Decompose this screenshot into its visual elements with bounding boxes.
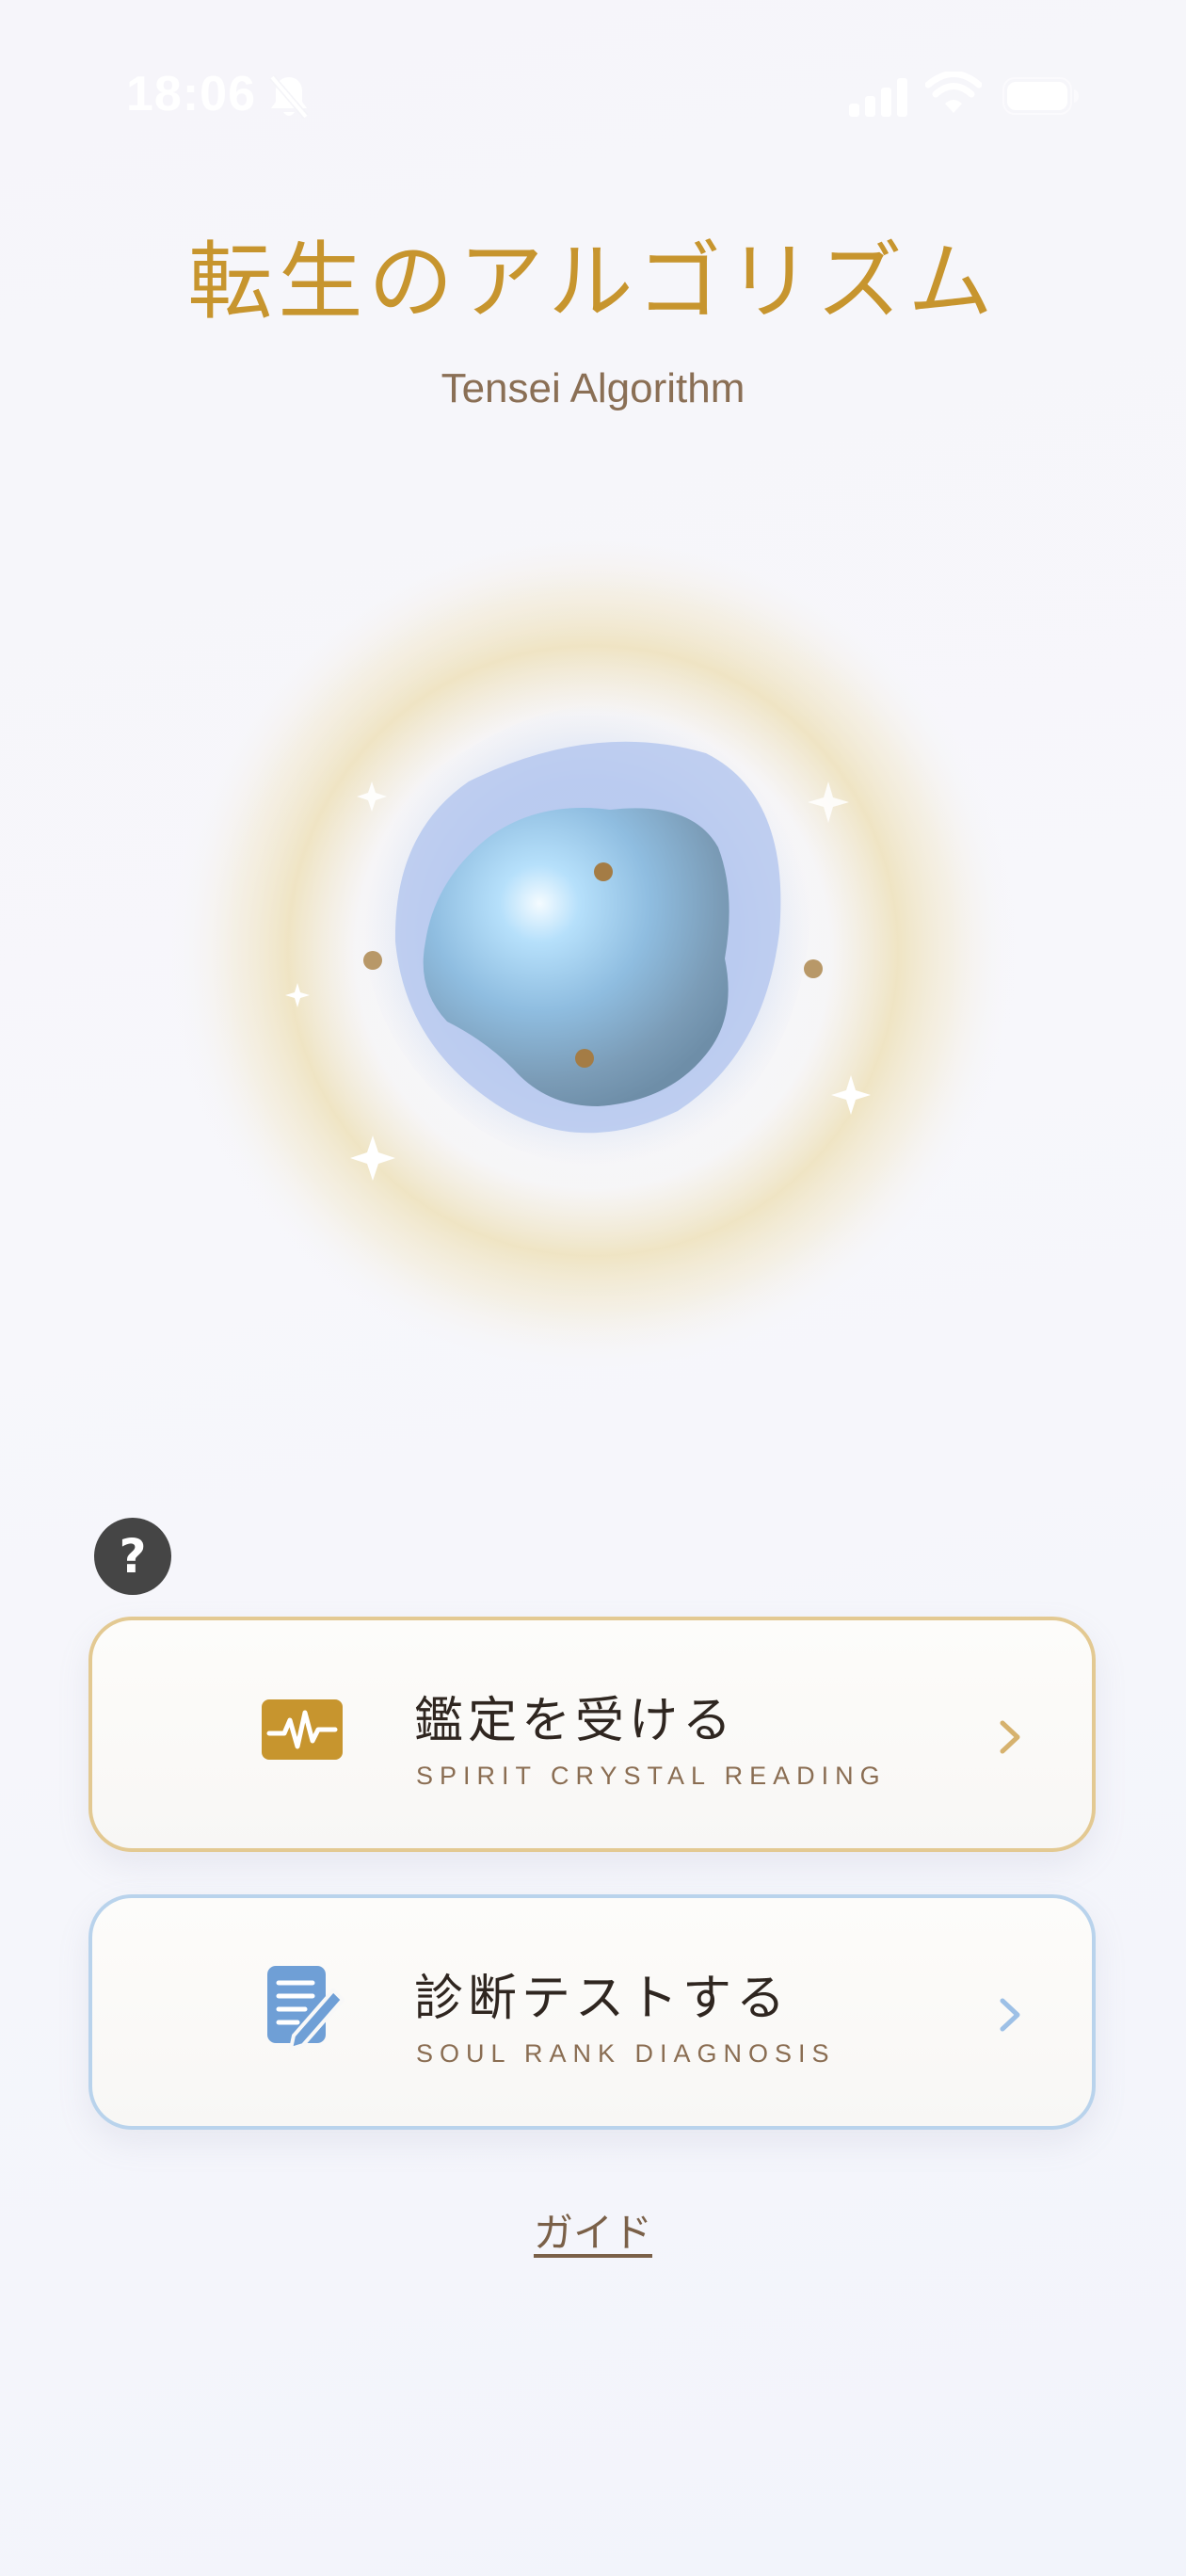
orb-dot: [363, 951, 382, 970]
status-time: 18:06: [126, 67, 256, 121]
battery-icon: [1002, 77, 1080, 119]
card-title: 診断テストする: [414, 1971, 791, 2027]
app-subtitle: Tensei Algorithm: [441, 365, 745, 411]
chevron-right-icon: [998, 1718, 1022, 1760]
guide-link[interactable]: ガイド: [0, 2201, 1186, 2259]
wifi-icon: [924, 71, 983, 119]
document-edit-icon: [260, 1962, 346, 2060]
chevron-right-icon: [998, 1996, 1022, 2037]
orb-dot: [594, 862, 613, 881]
app-title: 転生のアルゴリズム: [187, 233, 999, 331]
soul-rank-diagnosis-button[interactable]: 診断テストする SOUL RANK DIAGNOSIS: [88, 1894, 1096, 2130]
crystal-orb-illustration: [169, 527, 1017, 1375]
cellular-signal-icon: [849, 77, 909, 121]
help-button[interactable]: ?: [94, 1518, 171, 1595]
orb-dot: [804, 959, 823, 978]
card-subtitle: SPIRIT CRYSTAL READING: [416, 1762, 887, 1790]
crystal-reading-button[interactable]: 鑑定を受ける SPIRIT CRYSTAL READING: [88, 1617, 1096, 1852]
pulse-monitor-icon: [260, 1696, 346, 1771]
bell-slash-icon: [267, 73, 311, 124]
card-title: 鑑定を受ける: [414, 1693, 737, 1749]
card-subtitle: SOUL RANK DIAGNOSIS: [416, 2039, 836, 2068]
orb-dot: [575, 1049, 594, 1068]
status-bar: 18:06: [0, 0, 1186, 188]
